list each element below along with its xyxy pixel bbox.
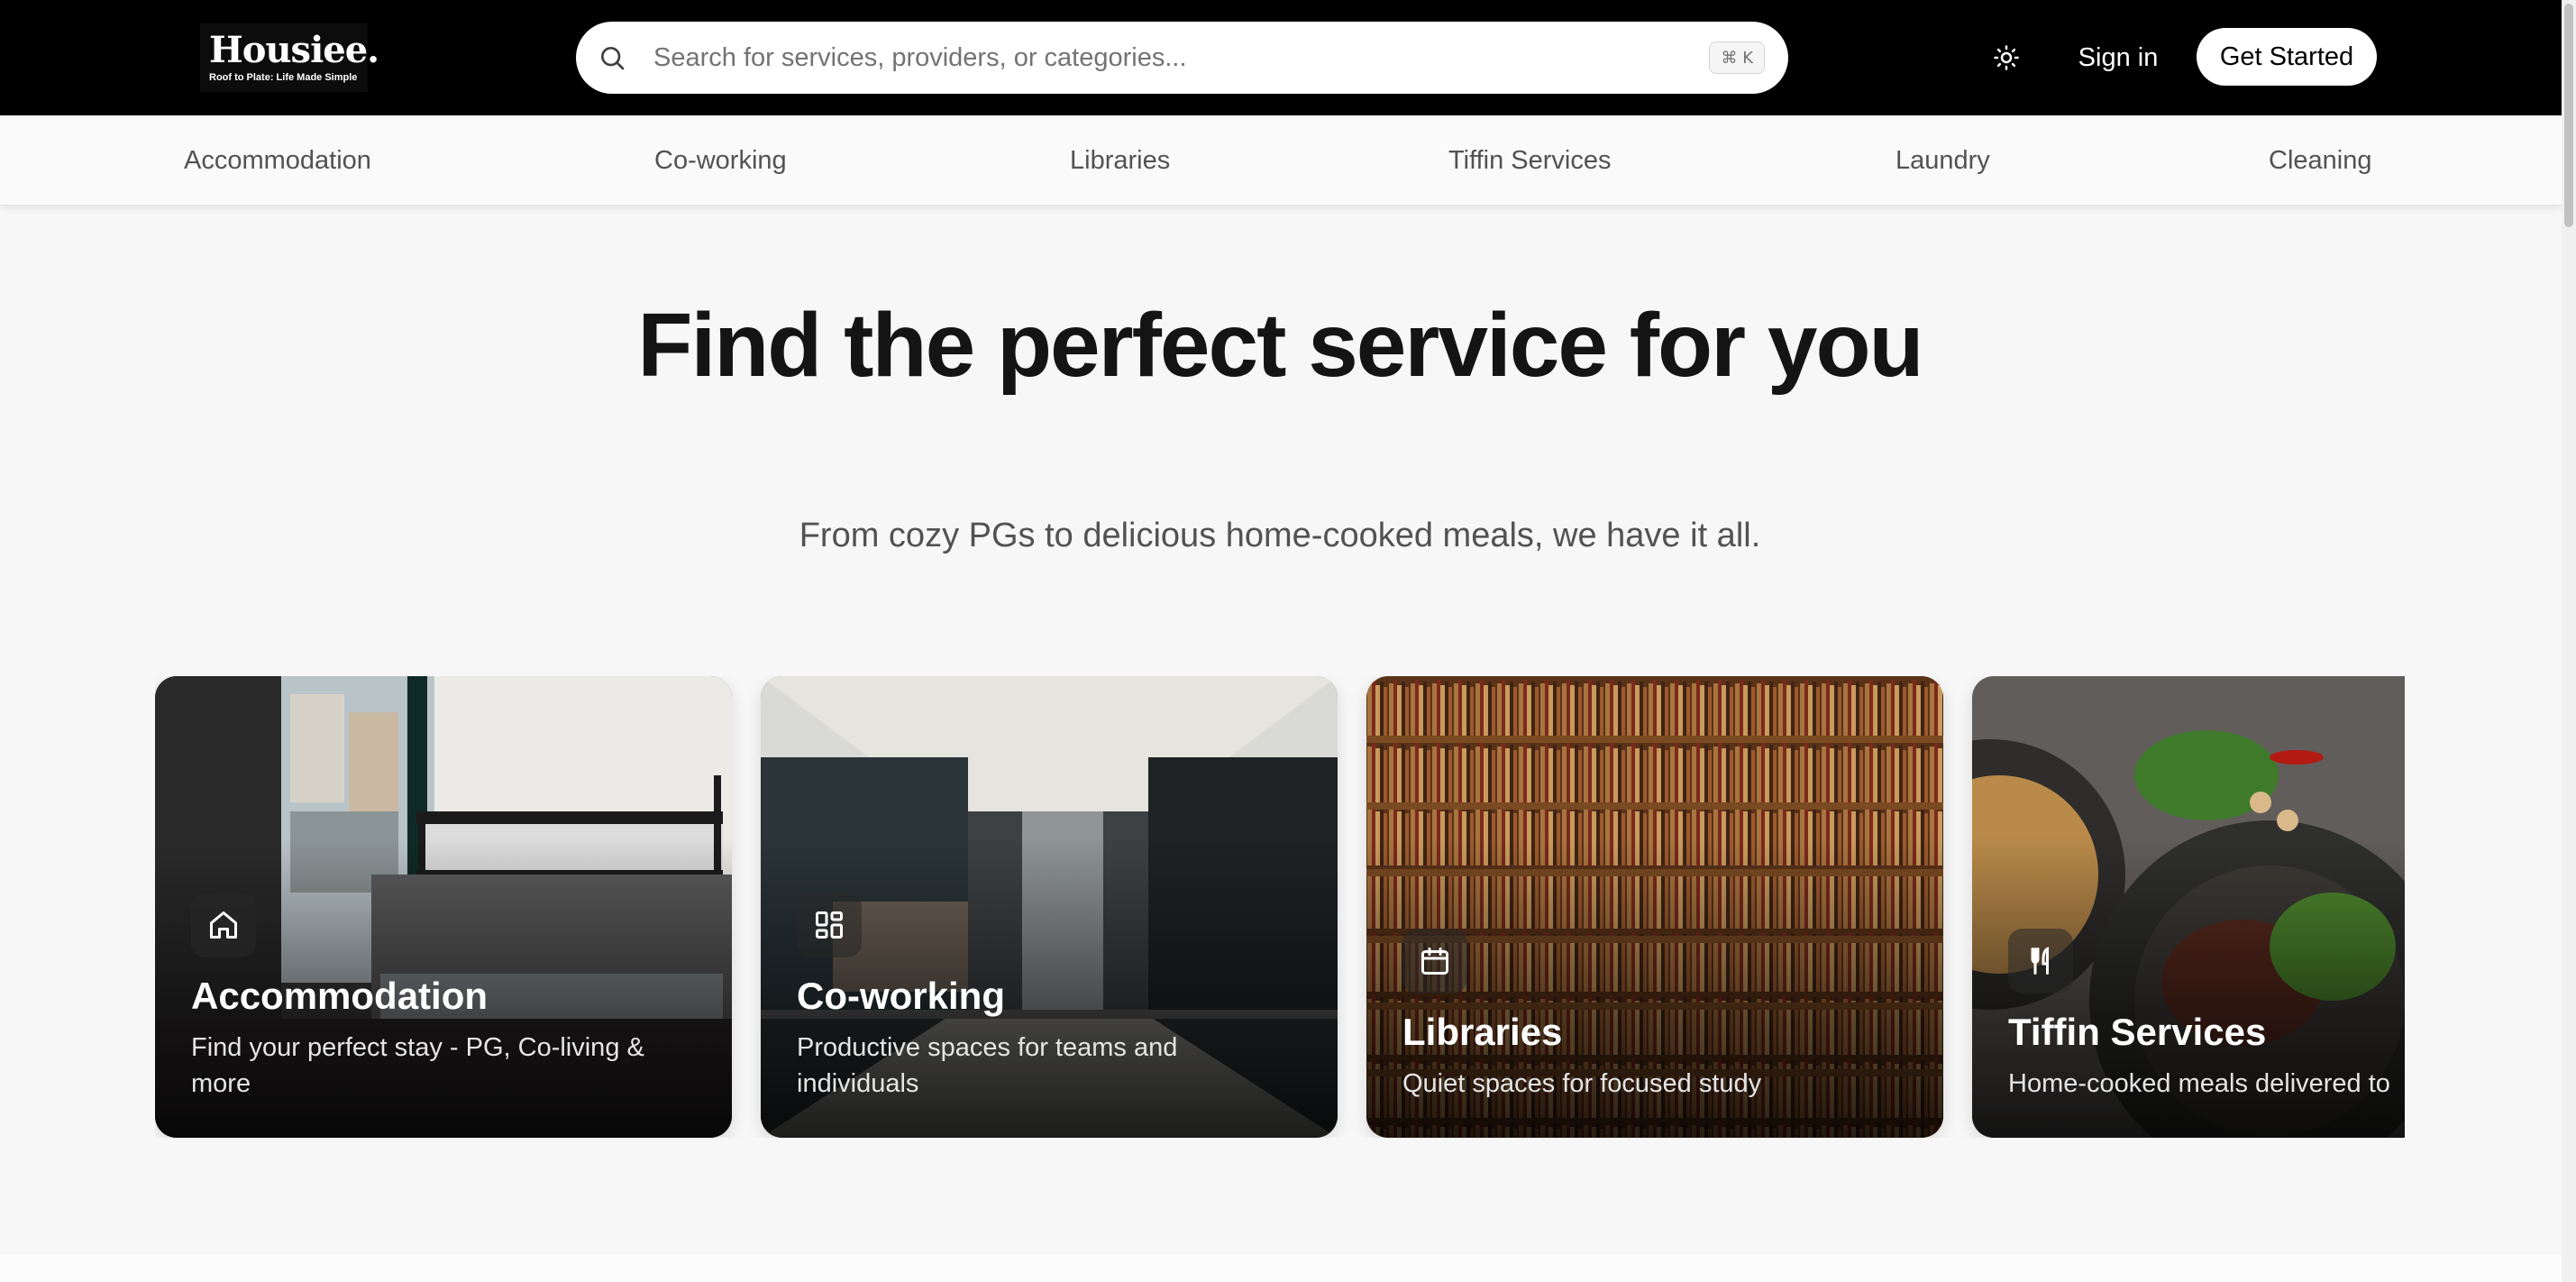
search-shortcut-badge: ⌘ K [1709,41,1765,74]
page-scrollbar[interactable] [2562,0,2576,1282]
card-description: Home-cooked meals delivered to [2008,1069,2390,1098]
card-title: Libraries [1402,1011,1563,1053]
next-section-edge [0,1255,2562,1282]
search-bar[interactable]: ⌘ K [576,22,1788,94]
sun-icon [1994,45,2019,70]
logo-name: Housiee. [209,29,379,71]
card-title: Accommodation [191,975,489,1017]
service-card-co-working[interactable]: Co-working Productive spaces for teams a… [761,676,1338,1138]
card-description: Productive spaces for teams and individu… [797,1033,1178,1098]
card-icon-badge [191,893,256,957]
card-description: Find your perfect stay - PG, Co-living &… [191,1033,644,1098]
nav-item-tiffin-services[interactable]: Tiffin Services [1448,142,1612,179]
card-icon-badge [797,893,862,957]
logo-tagline: Roof to Plate: Life Made Simple [209,72,358,83]
service-card-tiffin-services[interactable]: Tiffin Services Home-cooked meals delive… [1972,676,2405,1138]
top-header: Housiee. Roof to Plate: Life Made Simple… [0,0,2576,115]
nav-item-accommodation[interactable]: Accommodation [184,142,371,179]
service-card-accommodation[interactable]: Accommodation Find your perfect stay - P… [155,676,732,1138]
hero-title: Find the perfect service for you [637,295,1923,396]
card-title: Tiffin Services [2008,1011,2267,1053]
utensils-icon [2031,947,2049,975]
grid-icon [816,911,843,939]
theme-toggle-button[interactable] [1988,40,2024,76]
nav-item-cleaning[interactable]: Cleaning [2269,142,2371,179]
nav-item-libraries[interactable]: Libraries [1070,142,1170,179]
hero-subtitle: From cozy PGs to delicious home-cooked m… [799,517,1761,554]
service-card-libraries[interactable]: Libraries Quiet spaces for focused study [1366,676,1943,1138]
card-title: Co-working [797,975,1005,1017]
search-input[interactable] [653,36,1555,79]
nav-item-co-working[interactable]: Co-working [654,142,787,179]
category-nav: Accommodation Co-working Libraries Tiffi… [0,115,2562,206]
home-icon [210,911,237,939]
card-description: Quiet spaces for focused study [1402,1069,1762,1098]
card-icon-badge [2008,929,2073,994]
service-cards-carousel: Accommodation Find your perfect stay - P… [155,676,2405,1138]
nav-item-laundry[interactable]: Laundry [1895,142,1990,179]
sign-in-link[interactable]: Sign in [2064,28,2172,87]
logo[interactable]: Housiee. Roof to Plate: Life Made Simple [200,23,379,92]
get-started-button[interactable]: Get Started [2197,28,2377,86]
scrollbar-thumb[interactable] [2564,4,2573,227]
search-icon [601,47,625,70]
calendar-icon [1421,948,1448,975]
card-icon-badge [1402,929,1467,994]
